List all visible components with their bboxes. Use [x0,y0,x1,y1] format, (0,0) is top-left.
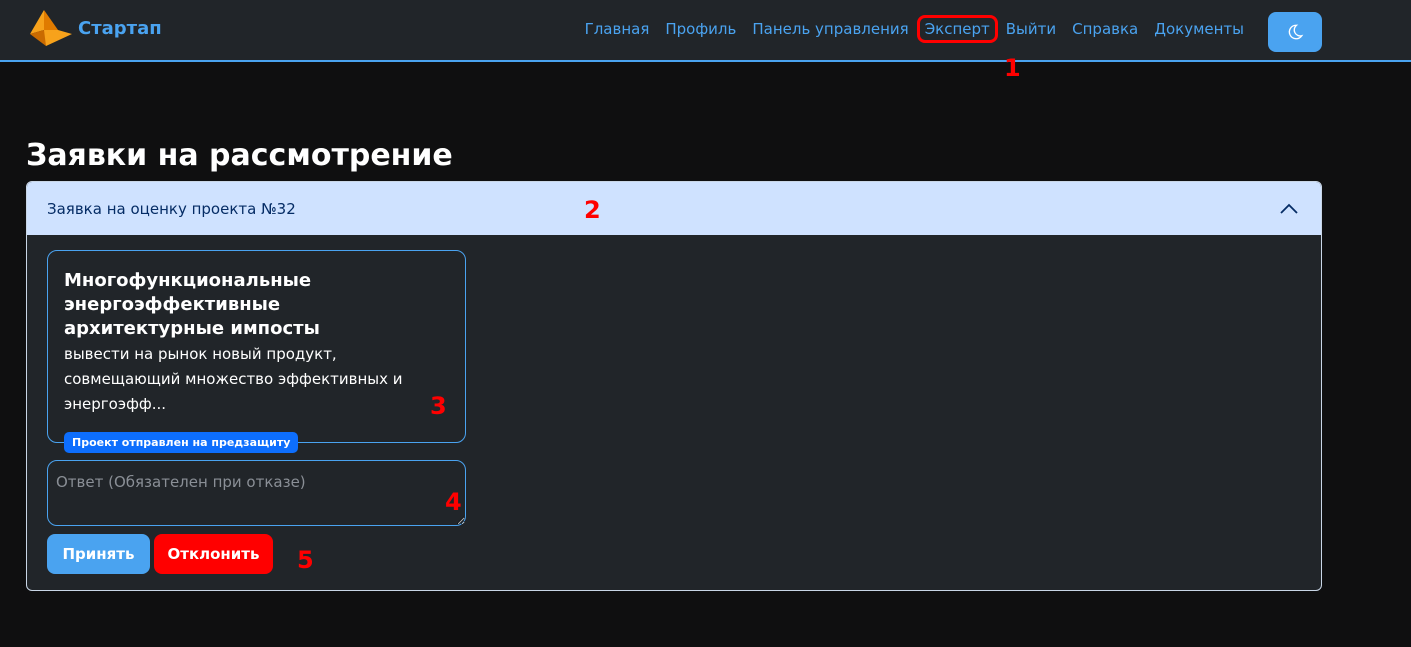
annotation-4: 4 [445,488,462,516]
annotation-2: 2 [584,196,601,224]
nav-menu: Главная Профиль Панель управления Экспер… [577,15,1252,43]
nav-expert[interactable]: Эксперт [916,15,998,43]
brand[interactable]: Стартап [28,8,162,48]
nav-profile[interactable]: Профиль [657,18,744,43]
annotation-5: 5 [297,546,314,574]
nav-dashboard[interactable]: Панель управления [744,18,916,43]
navbar: Стартап Главная Профиль Панель управлени… [0,0,1411,62]
accordion-header[interactable]: Заявка на оценку проекта №32 [27,182,1321,235]
reject-button[interactable]: Отклонить [154,534,273,574]
theme-toggle-button[interactable] [1268,12,1322,52]
accept-button[interactable]: Принять [47,534,150,574]
brand-name: Стартап [78,17,162,39]
nav-help[interactable]: Справка [1064,18,1146,43]
project-title: Многофункциональные энергоэффективные ар… [64,270,320,339]
annotation-3: 3 [430,392,447,420]
project-card[interactable]: Многофункциональные энергоэффективные ар… [47,250,466,453]
answer-field[interactable] [47,460,466,526]
annotation-1: 1 [1004,54,1021,82]
project-description: вывести на рынок новый продукт, совмещаю… [64,345,403,413]
request-title: Заявка на оценку проекта №32 [47,199,296,218]
request-accordion: Заявка на оценку проекта №32 Многофункци… [26,181,1322,591]
nav-logout[interactable]: Выйти [998,18,1064,43]
chevron-up-icon [1280,203,1298,214]
nav-home[interactable]: Главная [577,18,658,43]
status-badge: Проект отправлен на предзащиту [64,432,299,453]
nav-documents[interactable]: Документы [1146,18,1252,43]
pyramid-logo-icon [30,10,72,46]
page-title: Заявки на рассмотрение [26,138,453,173]
moon-icon [1288,24,1304,40]
